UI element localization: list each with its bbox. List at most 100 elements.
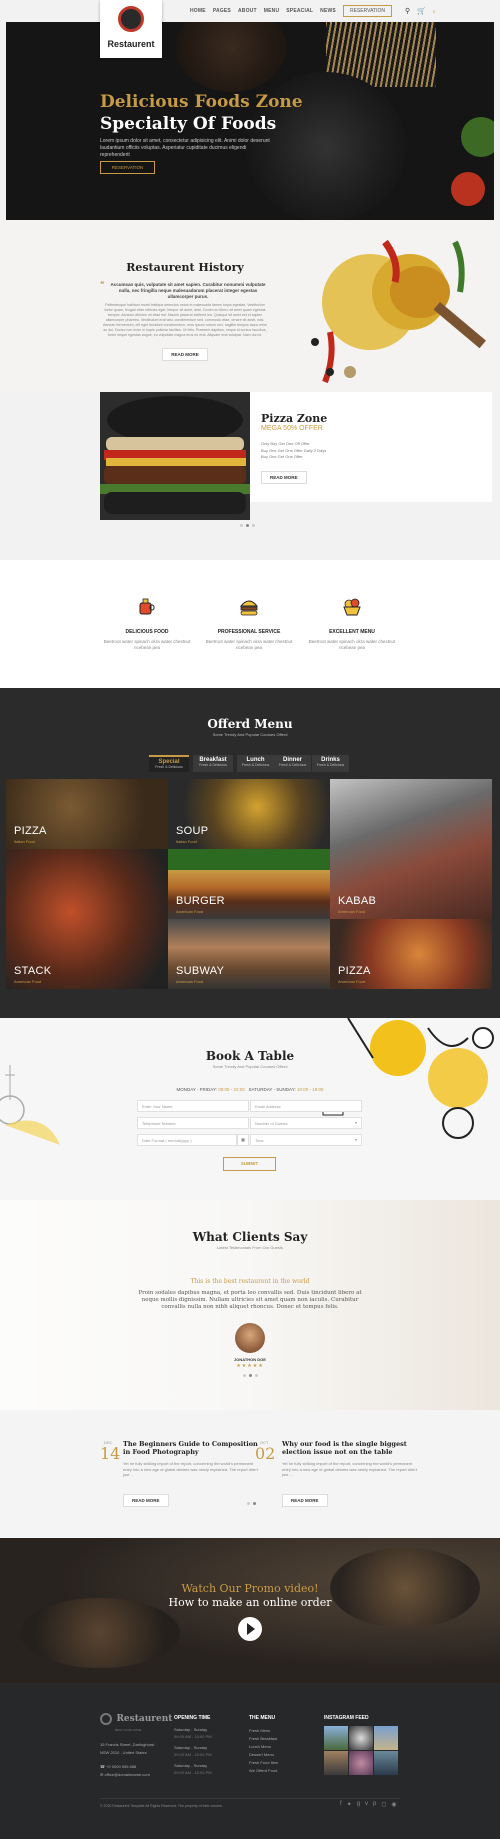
pizza-title: Pizza Zone: [261, 412, 328, 425]
slider-dot-active[interactable]: [249, 1374, 252, 1377]
post-title[interactable]: The Beginners Guide to Composition in Fo…: [123, 1440, 263, 1456]
vimeo-icon[interactable]: v: [365, 1801, 368, 1808]
footer-menu-link[interactable]: We Offerd Food: [249, 1767, 278, 1775]
logo-text: Restaurent: [107, 39, 155, 49]
offered-menu-section: Offerd Menu Some Trendy And Popular Cour…: [0, 688, 500, 1018]
site-logo[interactable]: Restaurent: [100, 0, 162, 58]
post-read-more-button[interactable]: READ MORE: [282, 1494, 328, 1507]
hero-reservation-button[interactable]: RESERVATION: [100, 161, 155, 174]
menu-tile-burger[interactable]: BURGER American Food: [168, 849, 330, 919]
tab-drinks[interactable]: Drinks Fresh & Delicious: [312, 755, 349, 772]
hours-weekend-label: SATURDAY - SUNDAY:: [248, 1087, 296, 1092]
menu-tile-subway[interactable]: SUBWAY American Food: [168, 919, 330, 989]
footer-logo[interactable]: Restaurent BEST FOOD ZONE: [100, 1710, 172, 1732]
booking-submit-button[interactable]: SUBMIT: [223, 1157, 276, 1171]
instagram-photo[interactable]: [349, 1726, 373, 1750]
menu-tile-stack[interactable]: STACK American Food: [6, 849, 168, 989]
phone-field[interactable]: Telephone Number: [137, 1117, 249, 1129]
google-plus-icon[interactable]: g: [357, 1801, 360, 1808]
footer-menu-link[interactable]: Fresh Food Item: [249, 1759, 278, 1767]
cart-icon[interactable]: 🛒: [417, 7, 426, 15]
instagram-icon[interactable]: ◻: [381, 1801, 386, 1808]
menu-tile-pizza[interactable]: PIZZA Italian Food: [6, 779, 168, 849]
calendar-icon[interactable]: ▦: [237, 1134, 249, 1146]
nav-menu[interactable]: MENU: [264, 8, 280, 14]
nav-about[interactable]: ABOUT: [238, 8, 257, 14]
feature-professional-service: PROFESSIONAL SERVICE Beetroot water spin…: [199, 596, 299, 651]
post-read-more-button[interactable]: READ MORE: [123, 1494, 169, 1507]
pizza-read-more-button[interactable]: READ MORE: [261, 471, 307, 484]
pizza-slider-dots: [240, 524, 255, 527]
instagram-photo[interactable]: [374, 1726, 398, 1750]
slider-dot[interactable]: [252, 524, 255, 527]
promo-line1: Watch Our Promo video!: [181, 1582, 319, 1595]
hours-weekend: 10:00 - 18:00: [297, 1087, 324, 1092]
footer-phone: ☎ +0 0000 555 888: [100, 1763, 154, 1771]
email-field[interactable]: Email Address: [250, 1100, 362, 1112]
name-field[interactable]: Enter Your Name: [137, 1100, 249, 1112]
history-title: Restaurent History: [126, 261, 244, 274]
pinterest-icon[interactable]: p: [373, 1801, 376, 1808]
tile-sub: Italian Food: [14, 839, 35, 844]
slider-dot[interactable]: [243, 1374, 246, 1377]
tab-dinner[interactable]: Dinner Fresh & Delicious: [274, 755, 311, 772]
hero-title-line2: Specialty Of Foods: [100, 114, 277, 134]
instagram-photo[interactable]: [324, 1726, 348, 1750]
logo-icon: [118, 6, 144, 32]
history-read-more-button[interactable]: READ MORE: [162, 348, 208, 361]
footer-menu-link[interactable]: Fresh Menu: [249, 1727, 278, 1735]
history-quote: Accumsan quis, vulputate sit amet sapien…: [110, 282, 266, 299]
opening-time: 09:00 AM - 10:00 PM: [174, 1769, 212, 1775]
nav-special[interactable]: SPEACIAL: [286, 8, 313, 14]
footer-email[interactable]: ✉ office@domainname.com: [100, 1771, 154, 1779]
guests-select[interactable]: Number of Guests ▾: [250, 1117, 362, 1129]
tile-sub: American Food: [176, 979, 204, 984]
twitter-icon[interactable]: ✦: [347, 1801, 352, 1808]
time-select[interactable]: Time ▾: [250, 1134, 362, 1146]
tab-lunch[interactable]: Lunch Fresh & Delicious: [237, 755, 274, 772]
instagram-photo[interactable]: [324, 1751, 348, 1775]
social-icons: f ✦ g v p ◻ ◉: [340, 1801, 397, 1808]
hero-text: Lorem ipsum dolor sit amet, consectetur …: [100, 138, 270, 158]
chevron-down-icon: ▾: [354, 1120, 357, 1125]
nav-news[interactable]: NEWS: [320, 8, 336, 14]
nav-reservation-button[interactable]: RESERVATION: [342, 5, 392, 17]
tile-sub: American Food: [14, 979, 42, 984]
footer-menu-link[interactable]: Lunch Menu: [249, 1743, 278, 1751]
tab-special[interactable]: Special Fresh & Delicious: [149, 755, 189, 772]
coffee-cup-icon: [139, 598, 155, 615]
footer-menu-link[interactable]: Fresh Breakfast: [249, 1735, 278, 1743]
nav-home[interactable]: HOME: [190, 8, 206, 14]
slider-dot-active[interactable]: [246, 524, 249, 527]
slider-dot[interactable]: [247, 1502, 250, 1505]
date-field[interactable]: Date Format ( mm/dd/yyyy ): [137, 1134, 237, 1146]
footer-phone-text: +0 0000 555 888: [106, 1764, 137, 1769]
search-icon[interactable]: ⚲: [405, 7, 410, 15]
instagram-photo[interactable]: [374, 1751, 398, 1775]
footer-logo-icon: [100, 1712, 112, 1725]
slider-dot[interactable]: [255, 1374, 258, 1377]
pizza-offer-list: Only Buy Get One Off Offer Buy One Get O…: [261, 441, 326, 461]
nav-pages[interactable]: PAGES: [213, 8, 231, 14]
tile-sub: Italian Food: [176, 839, 197, 844]
play-button[interactable]: [238, 1617, 262, 1641]
facebook-icon[interactable]: f: [340, 1801, 342, 1808]
blog-slider-dots: [247, 1502, 256, 1505]
copyright: © 2020 Restaurent Template All Rights Re…: [100, 1804, 223, 1808]
slider-dot[interactable]: [240, 524, 243, 527]
menu-tile-pizza-2[interactable]: PIZZA American Food: [330, 919, 492, 989]
menu-tile-kabab[interactable]: KABAB American Food: [330, 779, 492, 919]
tab-sub: Fresh & Delicious: [155, 765, 183, 769]
pizza-offer-item: Buy One Get One Offer: [261, 454, 303, 459]
github-icon[interactable]: ◉: [391, 1801, 396, 1808]
testimonial-headline: This is the best restaurent in the world: [190, 1278, 310, 1285]
slider-dot-active[interactable]: [253, 1502, 256, 1505]
cart-count: 0: [432, 8, 436, 14]
feature-title: PROFESSIONAL SERVICE: [217, 629, 281, 635]
tab-breakfast[interactable]: Breakfast Fresh & Delicious: [193, 755, 233, 772]
quote-icon: ❝: [100, 280, 105, 289]
menu-tile-soup[interactable]: SOUP Italian Food: [168, 779, 330, 849]
footer-menu-link[interactable]: Dessert Menu: [249, 1751, 278, 1759]
post-title[interactable]: Why our food is the single biggest elect…: [282, 1440, 422, 1456]
instagram-photo[interactable]: [349, 1751, 373, 1775]
